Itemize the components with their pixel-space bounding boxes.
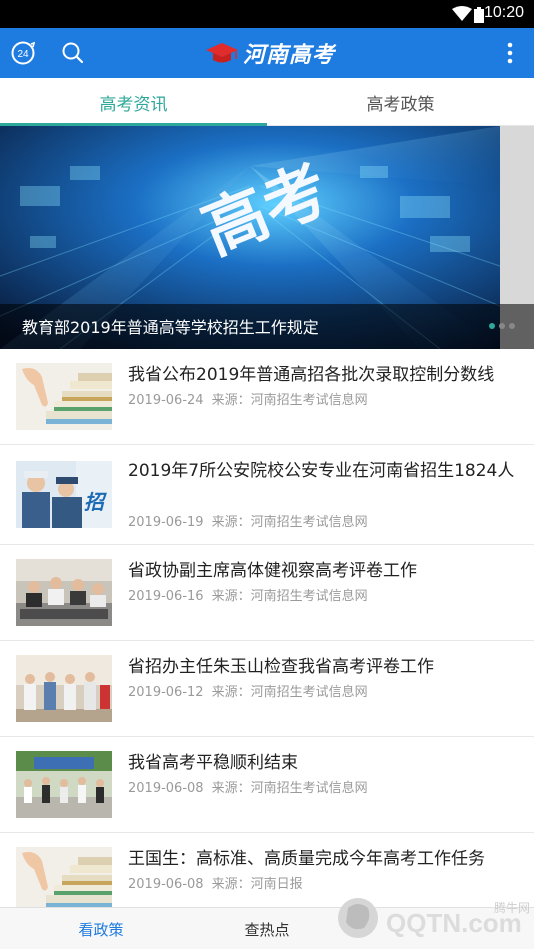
search-icon (62, 42, 84, 64)
news-date: 2019-06-16 (128, 589, 204, 604)
news-thumbnail (16, 751, 112, 818)
pager-dot (489, 323, 495, 329)
news-thumbnail (16, 363, 112, 430)
news-title: 我省公布2019年普通高招各批次录取控制分数线 (128, 365, 495, 385)
news-title: 我省高考平稳顺利结束 (128, 753, 298, 773)
graduation-cap-icon (206, 43, 238, 63)
tab-gaokao-news[interactable]: 高考资讯 (0, 78, 267, 126)
news-item[interactable]: 我省公布2019年普通高招各批次录取控制分数线 2019-06-24 来源：河南招… (0, 349, 534, 445)
wifi-icon (452, 6, 472, 21)
svg-text:招: 招 (84, 491, 107, 514)
news-source: 来源：河南日报 (211, 877, 303, 892)
app-bar: 24 河南高考 (0, 28, 534, 78)
news-item[interactable]: 我省高考平稳顺利结束 2019-06-08 来源：河南招生考试信息网 (0, 737, 534, 833)
24h-icon: 24 (11, 41, 36, 65)
pager-dot (509, 323, 515, 329)
watermark: QQTN.com 腾牛网 (322, 888, 534, 946)
app-title: 河南高考 (205, 37, 335, 69)
news-thumbnail (16, 559, 112, 626)
more-button[interactable] (495, 38, 525, 68)
news-list: 我省公布2019年普通高招各批次录取控制分数线 2019-06-24 来源：河南招… (0, 349, 534, 929)
news-source: 来源：河南招生考试信息网 (211, 393, 368, 408)
news-meta: 2019-06-24 来源：河南招生考试信息网 (128, 389, 376, 408)
news-date: 2019-06-12 (128, 685, 204, 700)
news-meta: 2019-06-08 来源：河南招生考试信息网 (128, 777, 376, 796)
banner-pager (489, 323, 515, 329)
pager-dot (499, 323, 505, 329)
news-thumbnail (16, 655, 112, 722)
news-date: 2019-06-08 (128, 781, 204, 796)
news-thumbnail (16, 847, 112, 914)
news-item[interactable]: 省政协副主席高体健视察高考评卷工作 2019-06-16 来源：河南招生考试信息网 (0, 545, 534, 641)
news-title: 省政协副主席高体健视察高考评卷工作 (128, 561, 417, 581)
news-date: 2019-06-19 (128, 515, 204, 530)
news-source: 来源：河南招生考试信息网 (211, 589, 368, 604)
news-date: 2019-06-24 (128, 393, 204, 408)
news-meta: 2019-06-19 来源：河南招生考试信息网 (128, 511, 376, 530)
status-bar: 10:20 (0, 0, 534, 28)
news-meta: 2019-06-16 来源：河南招生考试信息网 (128, 585, 376, 604)
status-time: 10:20 (483, 4, 524, 21)
more-vertical-icon (507, 42, 513, 64)
news-title: 省招办主任朱玉山检查我省高考评卷工作 (128, 657, 434, 677)
watermark-text: 腾牛网 (494, 900, 530, 915)
news-thumbnail: 招 (16, 461, 112, 528)
tab-gaokao-policy[interactable]: 高考政策 (267, 78, 534, 126)
news-date: 2019-06-08 (128, 877, 204, 892)
news-item[interactable]: 招 2019年7所公安院校公安专业在河南省招生1824人 2019-06-19 来… (0, 445, 534, 545)
nav-policy[interactable]: 看政策 (12, 908, 190, 949)
news-title: 王国生：高标准、高质量完成今年高考工作任务 (128, 849, 485, 869)
news-source: 来源：河南招生考试信息网 (211, 515, 368, 530)
news-source: 来源：河南招生考试信息网 (211, 781, 368, 796)
app-title-text: 河南高考 (243, 42, 336, 68)
banner-carousel[interactable]: 高考 教育部2019年普通高等学校招生工作规定 (0, 126, 534, 349)
svg-text:24: 24 (17, 49, 29, 60)
category-tabs: 高考资讯 高考政策 (0, 78, 534, 126)
battery-icon (474, 7, 484, 23)
24h-button[interactable]: 24 (8, 38, 38, 68)
news-meta: 2019-06-08 来源：河南日报 (128, 873, 311, 892)
news-source: 来源：河南招生考试信息网 (211, 685, 368, 700)
search-button[interactable] (58, 38, 88, 68)
news-title: 2019年7所公安院校公安专业在河南省招生1824人 (128, 461, 515, 481)
news-item[interactable]: 省招办主任朱玉山检查我省高考评卷工作 2019-06-12 来源：河南招生考试信息… (0, 641, 534, 737)
banner-caption: 教育部2019年普通高等学校招生工作规定 (22, 318, 319, 337)
news-meta: 2019-06-12 来源：河南招生考试信息网 (128, 681, 376, 700)
